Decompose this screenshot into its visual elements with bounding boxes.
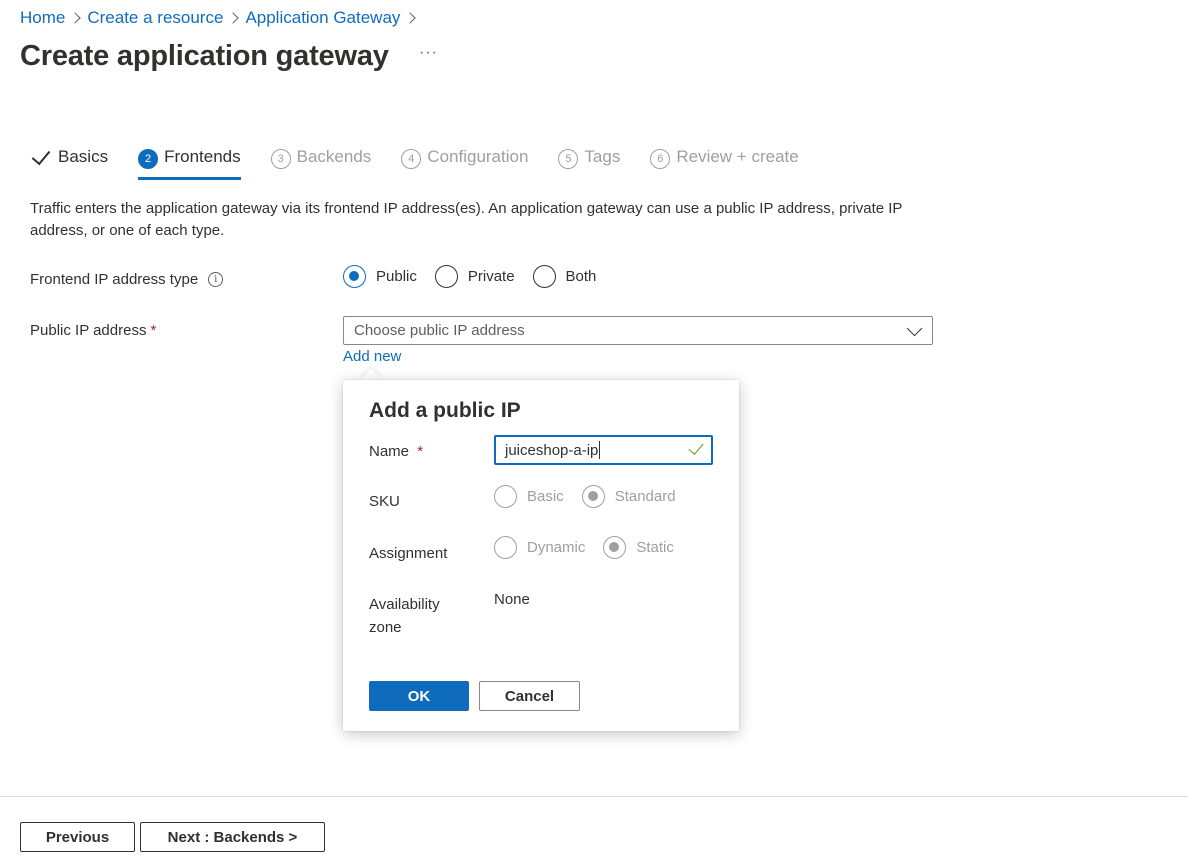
tab-frontends[interactable]: 2 Frontends: [138, 144, 241, 180]
radio-circle-checked[interactable]: [343, 265, 366, 288]
chevron-right-icon: [65, 7, 87, 29]
tab-label: Backends: [296, 147, 372, 166]
radio-both[interactable]: Both: [532, 265, 615, 288]
radio-label: Both: [565, 268, 597, 285]
text-cursor: [599, 441, 601, 459]
breadcrumb-create-resource[interactable]: Create a resource: [87, 8, 223, 28]
radio-dynamic[interactable]: Dynamic: [494, 536, 603, 559]
tab-review-create[interactable]: 6 Review + create: [650, 144, 799, 180]
name-input-value: juiceshop-a-ip: [505, 441, 599, 459]
radio-circle[interactable]: [494, 536, 517, 559]
step-number-badge: 3: [270, 149, 291, 169]
breadcrumb-application-gateway[interactable]: Application Gateway: [245, 8, 400, 28]
step-number-badge: 5: [558, 149, 579, 169]
more-options-icon[interactable]: ···: [419, 45, 441, 68]
required-asterisk: *: [150, 322, 157, 339]
public-ip-dropdown[interactable]: Choose public IP address: [343, 316, 933, 345]
add-public-ip-callout: Add a public IP Name * juiceshop-a-ip SK…: [343, 380, 739, 731]
cancel-button[interactable]: Cancel: [479, 681, 580, 711]
tab-tags[interactable]: 5 Tags: [558, 144, 620, 180]
tab-label: Configuration: [427, 147, 529, 166]
tab-label: Review + create: [676, 147, 799, 166]
footer-divider: [0, 796, 1188, 797]
sku-label: SKU: [369, 493, 400, 510]
radio-circle-checked[interactable]: [603, 536, 627, 559]
step-number-badge: 4: [401, 149, 422, 169]
frontend-ip-type-radio-group: Public Private Both: [343, 265, 614, 288]
radio-label: Dynamic: [527, 539, 586, 556]
callout-title: Add a public IP: [369, 399, 521, 422]
page-description: Traffic enters the application gateway v…: [30, 200, 903, 239]
radio-circle-checked[interactable]: [581, 485, 605, 508]
checkmark-icon: [688, 439, 704, 455]
radio-public[interactable]: Public: [343, 265, 435, 288]
previous-button[interactable]: Previous: [20, 822, 135, 852]
frontend-ip-type-text: Frontend IP address type: [30, 271, 199, 288]
radio-label: Public: [376, 268, 417, 285]
tab-label: Frontends: [164, 147, 241, 166]
breadcrumb-home[interactable]: Home: [20, 8, 65, 28]
tab-label: Basics: [58, 147, 109, 166]
availability-zone-label-line2: zone: [369, 619, 402, 636]
radio-static[interactable]: Static: [603, 536, 692, 559]
chevron-right-icon: [400, 7, 422, 29]
info-icon[interactable]: i: [208, 272, 224, 287]
name-label-text: Name: [369, 443, 410, 460]
next-backends-button[interactable]: Next : Backends >: [140, 822, 325, 852]
radio-standard[interactable]: Standard: [581, 485, 694, 508]
radio-circle[interactable]: [494, 485, 517, 508]
name-input[interactable]: juiceshop-a-ip: [494, 435, 713, 465]
required-asterisk: *: [417, 443, 424, 460]
assignment-radio-group: Dynamic Static: [494, 536, 692, 559]
dropdown-placeholder: Choose public IP address: [354, 322, 525, 339]
radio-label: Private: [467, 268, 515, 285]
name-label: Name *: [369, 440, 423, 463]
radio-circle[interactable]: [434, 265, 458, 288]
public-ip-label-text: Public IP address: [30, 322, 147, 339]
radio-basic[interactable]: Basic: [494, 485, 582, 508]
chevron-down-icon: [906, 320, 923, 337]
wizard-tabs: Basics 2 Frontends 3 Backends 4 Configur…: [30, 144, 829, 182]
radio-private[interactable]: Private: [434, 265, 533, 288]
availability-zone-label-line1: Availability: [369, 596, 440, 613]
step-number-badge: 2: [138, 149, 159, 169]
assignment-label: Assignment: [369, 545, 448, 562]
radio-label: Static: [636, 539, 674, 556]
frontend-ip-type-label: Frontend IP address type i: [30, 271, 224, 288]
sku-radio-group: Basic Standard: [494, 485, 694, 508]
checkmark-icon: [30, 147, 54, 167]
step-number-badge: 6: [650, 149, 671, 169]
radio-label: Basic: [527, 488, 564, 505]
add-new-link[interactable]: Add new: [343, 348, 401, 365]
availability-zone-label: Availability zone: [369, 593, 440, 639]
ok-button[interactable]: OK: [369, 681, 469, 711]
tab-configuration[interactable]: 4 Configuration: [401, 144, 528, 180]
radio-circle[interactable]: [532, 265, 556, 288]
tab-label: Tags: [584, 147, 621, 166]
tab-basics[interactable]: Basics: [30, 144, 108, 180]
breadcrumb: Home Create a resource Application Gatew…: [20, 7, 422, 29]
tab-backends[interactable]: 3 Backends: [270, 144, 372, 180]
radio-label: Standard: [614, 488, 676, 505]
public-ip-label: Public IP address *: [30, 322, 156, 339]
availability-zone-value: None: [494, 591, 530, 608]
page-title: Create application gateway: [20, 40, 389, 72]
chevron-right-icon: [223, 7, 245, 29]
